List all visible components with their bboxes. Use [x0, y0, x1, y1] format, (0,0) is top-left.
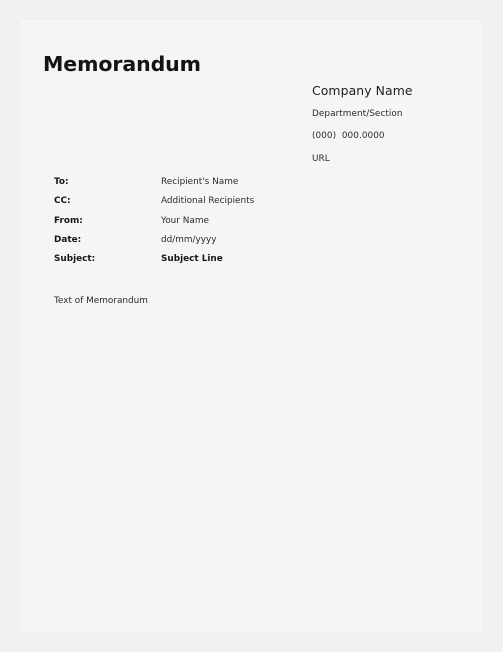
- memo-field-value-cc: Additional Recipients: [161, 196, 255, 207]
- company-department: Department/Section: [312, 109, 403, 120]
- memo-field-row-from: From: Your Name: [54, 215, 454, 236]
- memo-field-value-date: dd/mm/yyyy: [161, 234, 217, 245]
- memo-field-value-from: Your Name: [161, 215, 209, 226]
- memo-field-value-subject: Subject Line: [161, 254, 223, 265]
- company-info-block: Company Name Department/Section (000) 00…: [312, 83, 482, 164]
- company-url: URL: [312, 153, 330, 164]
- memo-field-label-subject: Subject:: [54, 254, 96, 265]
- memo-field-label-from: From:: [54, 215, 83, 226]
- memo-field-row-cc: CC: Additional Recipients: [54, 197, 454, 216]
- memo-field-value-to: Recipient's Name: [161, 177, 239, 187]
- company-name: Company Name: [312, 83, 413, 98]
- page-title: Memorandum: [43, 52, 201, 76]
- memo-field-row-date: Date: dd/mm/yyyy: [54, 234, 454, 255]
- memo-page: Memorandum Company Name Department/Secti…: [20, 20, 483, 632]
- memo-field-row-to: To: Recipient's Name: [54, 178, 454, 197]
- memo-field-row-subject: Subject: Subject Line: [54, 255, 454, 274]
- memo-field-label-cc: CC:: [54, 196, 71, 207]
- memo-field-label-date: Date:: [54, 234, 82, 245]
- company-phone: (000) 000.0000: [312, 131, 385, 142]
- memo-field-label-to: To:: [54, 177, 69, 187]
- memo-fields: To: Recipient's Name CC: Additional Reci…: [54, 178, 454, 274]
- memo-body-text: Text of Memorandum: [54, 296, 148, 306]
